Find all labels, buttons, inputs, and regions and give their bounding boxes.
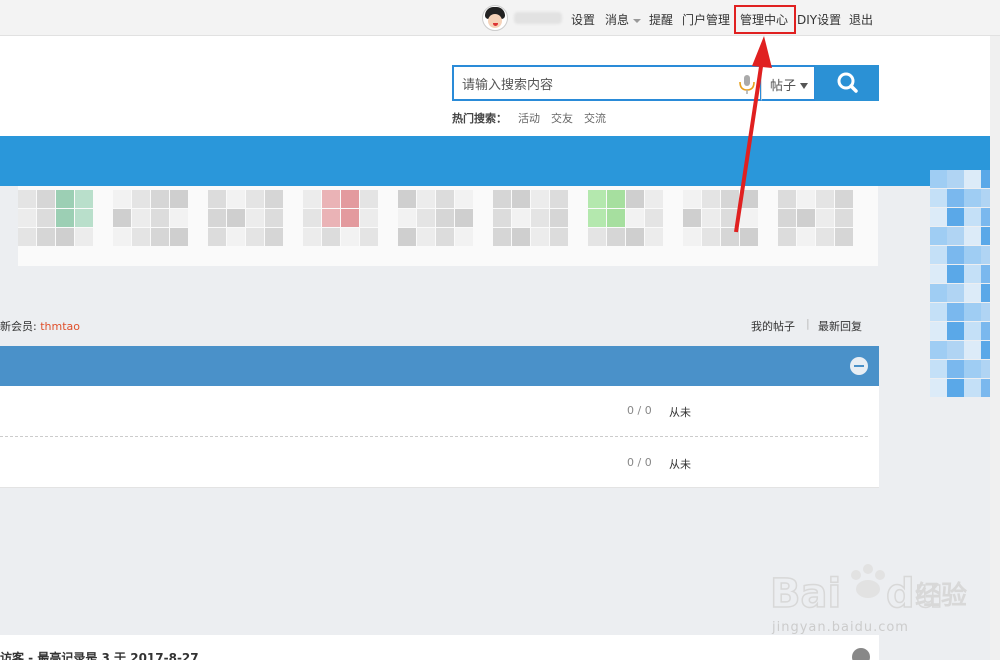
svg-text:Bai: Bai — [770, 571, 841, 617]
watermark-brand-cn: 经验 — [915, 581, 968, 611]
watermark-url: jingyan.baidu.com — [772, 620, 909, 635]
